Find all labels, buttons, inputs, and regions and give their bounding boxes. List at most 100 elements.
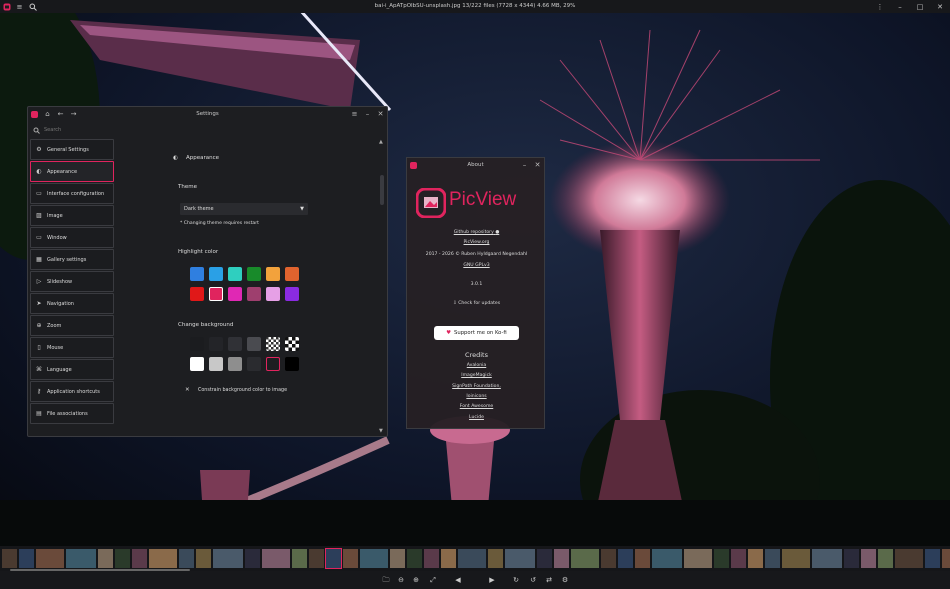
- scroll-thumb[interactable]: [380, 175, 384, 205]
- zoom-in-icon[interactable]: ⊕: [410, 574, 422, 586]
- sidebar-item-zoom[interactable]: ⊕ Zoom: [30, 315, 114, 336]
- gallery-thumbnail[interactable]: [652, 549, 682, 568]
- more-icon[interactable]: ⋮: [870, 0, 890, 13]
- gallery-thumbnail[interactable]: [245, 549, 260, 568]
- gallery-thumbnail[interactable]: [635, 549, 650, 568]
- credit-link[interactable]: Ioinicons: [407, 394, 546, 399]
- gallery-thumbnail[interactable]: [407, 549, 422, 568]
- gallery-thumbnail[interactable]: [115, 549, 130, 568]
- highlight-swatch[interactable]: [247, 287, 261, 301]
- background-swatch[interactable]: [247, 337, 261, 351]
- theme-select[interactable]: Dark theme ▼: [180, 203, 308, 215]
- sidebar-item-gallery-settings[interactable]: ▦ Gallery settings: [30, 249, 114, 270]
- gallery-thumbnail[interactable]: [360, 549, 388, 568]
- close-icon[interactable]: ✕: [930, 0, 950, 13]
- gallery-thumbnail[interactable]: [149, 549, 177, 568]
- minimize-icon[interactable]: –: [518, 158, 531, 172]
- gallery-thumbnail[interactable]: [309, 549, 324, 568]
- close-icon[interactable]: ✕: [185, 387, 190, 393]
- gallery-thumbnail[interactable]: [441, 549, 456, 568]
- sidebar-item-window[interactable]: ▭ Window: [30, 227, 114, 248]
- highlight-swatch[interactable]: [247, 267, 261, 281]
- search-input[interactable]: Search: [44, 127, 61, 133]
- gallery-thumbnail[interactable]: [213, 549, 243, 568]
- sidebar-item-navigation[interactable]: ➤ Navigation: [30, 293, 114, 314]
- previous-icon[interactable]: ◀: [452, 574, 464, 586]
- gallery-thumbnail[interactable]: [942, 549, 950, 568]
- highlight-swatch[interactable]: [285, 287, 299, 301]
- gallery-thumbnail[interactable]: [684, 549, 712, 568]
- credit-link[interactable]: Avalonia: [407, 363, 546, 368]
- credit-link[interactable]: ImageMagick: [407, 373, 546, 378]
- gallery-thumbnail[interactable]: [571, 549, 599, 568]
- gallery-thumbnail[interactable]: [98, 549, 113, 568]
- gallery-thumbnail[interactable]: [325, 548, 342, 569]
- gallery-thumbnail[interactable]: [878, 549, 893, 568]
- check-updates-button[interactable]: ⇩ Check for updates: [407, 301, 546, 306]
- highlight-swatch[interactable]: [266, 287, 280, 301]
- back-icon[interactable]: ←: [54, 107, 67, 121]
- gallery-thumbnail[interactable]: [537, 549, 552, 568]
- highlight-swatch[interactable]: [266, 267, 280, 281]
- gallery-thumbnail[interactable]: [2, 549, 17, 568]
- sidebar-item-slideshow[interactable]: ▷ Slideshow: [30, 271, 114, 292]
- background-swatch[interactable]: [266, 337, 280, 351]
- credit-link[interactable]: Lucide: [407, 415, 546, 420]
- menu-icon[interactable]: ≡: [13, 0, 26, 13]
- sidebar-item-interface-configuration[interactable]: ▭ Interface configuration: [30, 183, 114, 204]
- scroll-down-icon[interactable]: ▼: [379, 428, 383, 434]
- background-swatch[interactable]: [190, 357, 204, 371]
- sidebar-item-mouse[interactable]: ▯ Mouse: [30, 337, 114, 358]
- license-link[interactable]: GNU GPLv3: [407, 263, 546, 268]
- close-icon[interactable]: ✕: [374, 107, 387, 121]
- gallery-thumbnail[interactable]: [488, 549, 503, 568]
- background-swatch[interactable]: [285, 357, 299, 371]
- highlight-swatch[interactable]: [285, 267, 299, 281]
- search-icon[interactable]: [26, 0, 39, 13]
- kofi-button[interactable]: ♥ Support me on Ko-fi: [434, 326, 519, 340]
- sidebar-item-application-shortcuts[interactable]: ⚷ Application shortcuts: [30, 381, 114, 402]
- fit-icon[interactable]: ⤢: [427, 574, 439, 586]
- gallery-thumbnail[interactable]: [458, 549, 486, 568]
- highlight-swatch[interactable]: [190, 267, 204, 281]
- sidebar-item-appearance[interactable]: ◐ Appearance: [30, 161, 114, 182]
- gallery-thumbnail[interactable]: [782, 549, 810, 568]
- gallery-thumbnail[interactable]: [179, 549, 194, 568]
- next-icon[interactable]: ▶: [486, 574, 498, 586]
- rotate-left-icon[interactable]: ↺: [527, 574, 539, 586]
- gallery-thumbnail[interactable]: [196, 549, 211, 568]
- gallery-thumbnail[interactable]: [343, 549, 358, 568]
- gallery-thumbnail[interactable]: [66, 549, 96, 568]
- gallery-thumbnail[interactable]: [731, 549, 746, 568]
- gallery-thumbnail[interactable]: [895, 549, 923, 568]
- highlight-swatch[interactable]: [190, 287, 204, 301]
- gallery-thumbnail[interactable]: [925, 549, 940, 568]
- gallery-thumbnail[interactable]: [714, 549, 729, 568]
- gallery-thumbnail[interactable]: [618, 549, 633, 568]
- highlight-swatch[interactable]: [209, 267, 223, 281]
- gallery-thumbnail[interactable]: [19, 549, 34, 568]
- gallery-thumbnail[interactable]: [390, 549, 405, 568]
- background-swatch[interactable]: [247, 357, 261, 371]
- highlight-swatch[interactable]: [209, 287, 223, 301]
- background-swatch[interactable]: [209, 357, 223, 371]
- gallery-thumbnail[interactable]: [262, 549, 290, 568]
- scroll-up-icon[interactable]: ▲: [379, 139, 383, 145]
- background-swatch[interactable]: [266, 357, 280, 371]
- background-swatch[interactable]: [285, 337, 299, 351]
- gallery-thumbnail[interactable]: [812, 549, 842, 568]
- highlight-swatch[interactable]: [228, 267, 242, 281]
- background-swatch[interactable]: [228, 357, 242, 371]
- flip-icon[interactable]: ⇄: [543, 574, 555, 586]
- open-file-icon[interactable]: 🗀: [380, 574, 392, 586]
- minimize-icon[interactable]: –: [361, 107, 374, 121]
- background-swatch[interactable]: [190, 337, 204, 351]
- gallery-thumbnail[interactable]: [554, 549, 569, 568]
- background-swatch[interactable]: [209, 337, 223, 351]
- credit-link[interactable]: SignPath Foundation,: [407, 384, 546, 389]
- gallery-thumbnail[interactable]: [424, 549, 439, 568]
- website-link[interactable]: PicView.org: [407, 240, 546, 245]
- background-swatch[interactable]: [228, 337, 242, 351]
- gallery-thumbnail[interactable]: [748, 549, 763, 568]
- sidebar-item-file-associations[interactable]: ▤ File associations: [30, 403, 114, 424]
